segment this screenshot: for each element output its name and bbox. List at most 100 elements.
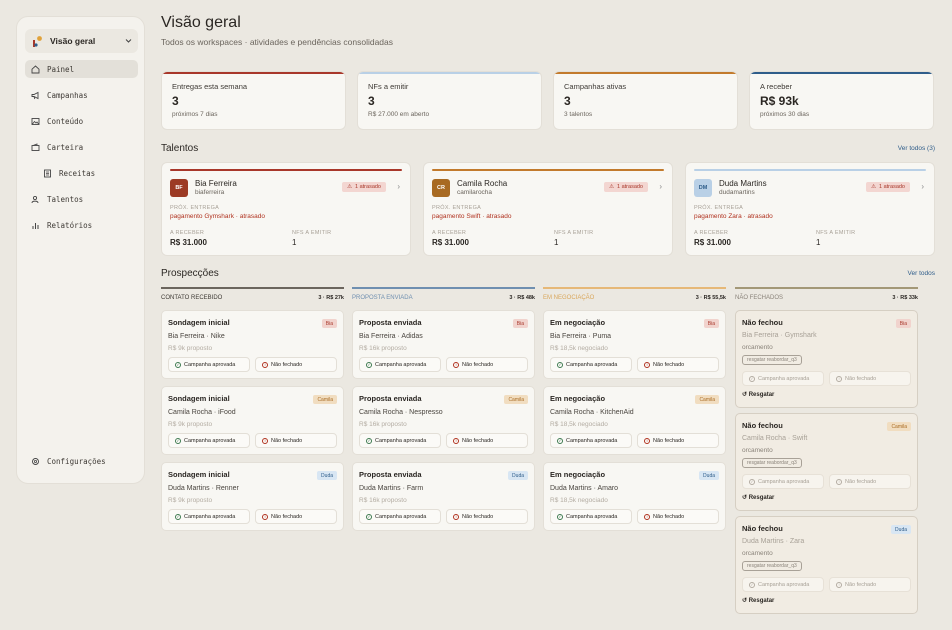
check-circle-icon: ✓: [557, 361, 563, 368]
card-deal: Bia Ferreira · Nike: [168, 333, 225, 340]
alert-circle-icon: !: [453, 513, 459, 520]
chevron-right-icon[interactable]: ›: [921, 182, 924, 191]
next-delivery-label: PRÓX. ENTREGA: [694, 205, 744, 211]
rescue-button[interactable]: ↺ Resgatar: [742, 494, 774, 501]
pipeline-card[interactable]: Sondagem inicial Camila Camila Rocha · iFo…: [161, 386, 344, 455]
chevron-right-icon[interactable]: ›: [659, 182, 662, 191]
sidebar-item-conteudo[interactable]: Conteúdo: [25, 112, 138, 130]
stat-card-entregas[interactable]: Entregas esta semana 3 próximos 7 dias: [161, 71, 346, 130]
talent-card-duda[interactable]: DM Duda Martins dudamartins ⚠ 1 atrasado …: [685, 162, 935, 256]
reject-button[interactable]: ! Não fechado: [637, 509, 719, 524]
approve-button[interactable]: ✓ Campanha aprovada: [550, 357, 632, 372]
check-circle-icon: ✓: [557, 513, 563, 520]
pipeline-card[interactable]: Proposta enviada Duda Duda Martins · Farm R…: [352, 462, 535, 531]
reject-button[interactable]: ! Não fechado: [255, 433, 337, 448]
reject-button[interactable]: ! Não fechado: [446, 433, 528, 448]
wallet-icon: [31, 142, 40, 152]
sidebar-item-receitas[interactable]: Receitas: [37, 164, 138, 182]
card-deal: Bia Ferreira · Adidas: [359, 333, 423, 340]
reject-button[interactable]: ! Não fechado: [637, 433, 719, 448]
button-label: Campanha aprovada: [758, 478, 810, 485]
button-label: Não fechado: [462, 513, 494, 520]
reject-button[interactable]: ! Não fechado: [255, 509, 337, 524]
card-title: Não fechou: [742, 524, 783, 533]
stat-label: NFs a emitir: [368, 82, 409, 91]
lost-card[interactable]: Não fechou Bia Bia Ferreira · Gymshark orca…: [735, 310, 918, 408]
reject-button[interactable]: ! Não fechado: [637, 357, 719, 372]
pipeline-card[interactable]: Em negociação Camila Camila Rocha · Kitche…: [543, 386, 726, 455]
card-value: R$ 9k proposto: [168, 421, 213, 428]
card-value: R$ 16k proposto: [359, 345, 407, 352]
sidebar-item-campanhas[interactable]: Campanhas: [25, 86, 138, 104]
pipeline-view-all-link[interactable]: Ver todos: [908, 270, 935, 277]
sidebar-item-talentos[interactable]: Talentos: [25, 190, 138, 208]
column-title: CONTATO RECEBIDO: [161, 295, 223, 301]
approve-button[interactable]: ✓ Campanha aprovada: [168, 357, 250, 372]
stat-card-receber[interactable]: A receber R$ 93k próximos 30 dias: [749, 71, 934, 130]
card-title: Sondagem inicial: [168, 318, 230, 327]
approve-button[interactable]: ✓ Campanha aprovada: [550, 509, 632, 524]
card-title: Em negociação: [550, 394, 606, 403]
approve-button[interactable]: ✓ Campanha aprovada: [359, 357, 441, 372]
talents-view-all-link[interactable]: Ver todos (3): [898, 145, 935, 152]
sidebar-item-label: Painel: [47, 64, 75, 74]
nf-value: 1: [554, 238, 559, 247]
sidebar-item-carteira[interactable]: Carteira: [25, 138, 138, 156]
sidebar-item-painel[interactable]: Painel: [25, 60, 138, 78]
rescue-button[interactable]: ↺ Resgatar: [742, 391, 774, 398]
pipeline-card[interactable]: Em negociação Duda Duda Martins · Amaro R$ …: [543, 462, 726, 531]
check-circle-icon: ✓: [366, 361, 372, 368]
approve-button[interactable]: ✓ Campanha aprovada: [359, 509, 441, 524]
lost-card[interactable]: Não fechou Camila Camila Rocha · Swift orca…: [735, 413, 918, 511]
sidebar-item-label: Carteira: [47, 142, 84, 152]
alert-circle-icon: !: [453, 361, 459, 368]
pipeline-card[interactable]: Proposta enviada Bia Bia Ferreira · Adidas…: [352, 310, 535, 379]
card-value: R$ 18,5k negociado: [550, 497, 608, 504]
button-label: Campanha aprovada: [566, 361, 618, 368]
button-label: Resgatar: [748, 495, 775, 501]
undo-icon: ↺: [742, 392, 749, 398]
check-circle-icon: ✓: [749, 375, 755, 382]
button-label: Campanha aprovada: [758, 375, 810, 382]
nf-label: NFS A EMITIR: [292, 230, 332, 236]
stat-card-nfs[interactable]: NFs a emitir 3 R$ 27.000 em aberto: [357, 71, 542, 130]
sidebar-item-label: Talentos: [47, 194, 84, 204]
button-label: Campanha aprovada: [375, 513, 427, 520]
chevron-right-icon[interactable]: ›: [397, 182, 400, 191]
pipeline-card[interactable]: Proposta enviada Camila Camila Rocha · Nes…: [352, 386, 535, 455]
card-title: Sondagem inicial: [168, 394, 230, 403]
pipeline-card[interactable]: Sondagem inicial Duda Duda Martins · Renne…: [161, 462, 344, 531]
receivable-value: R$ 31.000: [170, 238, 207, 247]
page-subtitle: Todos os workspaces · atividades e pendê…: [161, 37, 393, 47]
card-title: Proposta enviada: [359, 470, 422, 479]
talent-card-bia[interactable]: BF Bia Ferreira biaferreira ⚠ 1 atrasado …: [161, 162, 411, 256]
rescue-tag-chip: resgatar reabordar_q3: [742, 561, 802, 571]
card-deal: Duda Martins · Farm: [359, 485, 424, 492]
pipeline-heading: Prospecções: [161, 268, 219, 279]
approve-button[interactable]: ✓ Campanha aprovada: [168, 509, 250, 524]
alert-circle-icon: !: [644, 437, 650, 444]
approve-button[interactable]: ✓ Campanha aprovada: [359, 433, 441, 448]
alert-circle-icon: !: [262, 513, 268, 520]
stat-card-campanhas[interactable]: Campanhas ativas 3 3 talentos: [553, 71, 738, 130]
reject-button[interactable]: ! Não fechado: [255, 357, 337, 372]
talent-card-camila[interactable]: CR Camila Rocha camilarocha ⚠ 1 atrasado …: [423, 162, 673, 256]
rescue-button[interactable]: ↺ Resgatar: [742, 597, 774, 604]
approve-button[interactable]: ✓ Campanha aprovada: [550, 433, 632, 448]
sidebar-item-relatorios[interactable]: Relatórios: [25, 216, 138, 234]
column-header-nao-fechados: NÃO FECHADOS 3 · R$ 33k: [735, 287, 918, 305]
reject-button[interactable]: ! Não fechado: [446, 357, 528, 372]
check-circle-icon: ✓: [366, 513, 372, 520]
sidebar-item-label: Receitas: [59, 168, 96, 178]
lost-card[interactable]: Não fechou Duda Duda Martins · Zara orcamen…: [735, 516, 918, 614]
talent-tag: Bia: [703, 319, 719, 328]
reject-button[interactable]: ! Não fechado: [446, 509, 528, 524]
pipeline-card[interactable]: Em negociação Bia Bia Ferreira · Puma R$ 18…: [543, 310, 726, 379]
card-deal: Bia Ferreira · Puma: [550, 333, 612, 340]
workspace-selector[interactable]: Visão geral: [25, 29, 138, 53]
button-label: Não fechado: [462, 437, 494, 444]
approve-button[interactable]: ✓ Campanha aprovada: [168, 433, 250, 448]
check-circle-icon: ✓: [175, 361, 181, 368]
pipeline-card[interactable]: Sondagem inicial Bia Bia Ferreira · Nike R$…: [161, 310, 344, 379]
sidebar-item-configuracoes[interactable]: Configurações: [25, 452, 138, 470]
